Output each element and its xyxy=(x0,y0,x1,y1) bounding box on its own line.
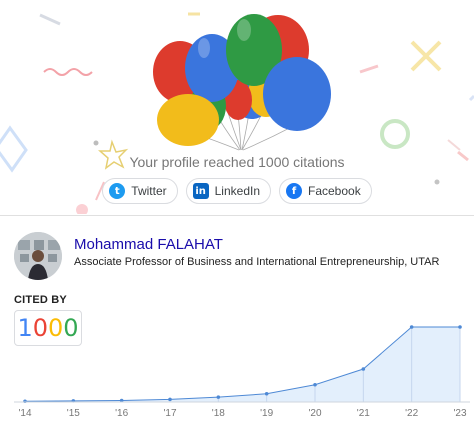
chart-area-fill xyxy=(25,327,460,402)
share-buttons: t Twitter in LinkedIn f Facebook xyxy=(0,178,474,204)
chart-x-tick-label: '20 xyxy=(308,408,321,419)
chart-x-tick-label: '17 xyxy=(163,408,176,419)
chart-data-point[interactable] xyxy=(458,325,462,329)
cited-by-label: CITED BY xyxy=(14,294,67,306)
chart-x-tick-label: '15 xyxy=(67,408,80,419)
chart-data-point[interactable] xyxy=(264,391,269,396)
chart-data-point[interactable] xyxy=(23,399,27,404)
chart-x-tick-label: '22 xyxy=(405,408,418,419)
profile-affiliation: Associate Professor of Business and Inte… xyxy=(74,256,440,268)
chart-x-tick-label: '23 xyxy=(453,408,466,419)
profile-photo xyxy=(14,232,62,280)
chart-x-tick-label: '21 xyxy=(357,408,370,419)
avatar[interactable] xyxy=(14,232,62,280)
milestone-message: Your profile reached 1000 citations xyxy=(129,154,345,170)
balloons-illustration xyxy=(153,14,331,151)
chart-data-point[interactable] xyxy=(168,397,172,402)
chart-data-point[interactable] xyxy=(361,367,366,371)
celebration-banner: Your profile reached 1000 citations t Tw… xyxy=(0,0,474,214)
share-facebook-label: Facebook xyxy=(308,184,361,198)
share-linkedin-label: LinkedIn xyxy=(214,184,260,198)
chart-data-point[interactable] xyxy=(216,395,221,399)
linkedin-icon: in xyxy=(192,183,209,199)
chart-x-tick-label: '14 xyxy=(18,408,31,419)
chart-x-tick-label: '16 xyxy=(115,408,128,419)
chart-x-tick-label: '19 xyxy=(260,408,273,419)
section-divider xyxy=(0,215,474,216)
chart-x-tick-label: '18 xyxy=(212,408,225,419)
chart-data-point[interactable] xyxy=(409,325,414,329)
share-twitter-button[interactable]: t Twitter xyxy=(102,178,178,204)
share-linkedin-button[interactable]: in LinkedIn xyxy=(185,178,271,204)
profile-name[interactable]: Mohammad FALAHAT xyxy=(74,236,223,253)
chart-data-point[interactable] xyxy=(313,382,317,387)
citations-chart: '14 '15 '16 '17 '18 '19 '20 '21 '22 '23 xyxy=(14,325,470,419)
share-twitter-label: Twitter xyxy=(131,184,167,198)
twitter-icon: t xyxy=(109,183,126,199)
share-facebook-button[interactable]: f Facebook xyxy=(279,178,372,204)
facebook-icon: f xyxy=(286,183,302,199)
